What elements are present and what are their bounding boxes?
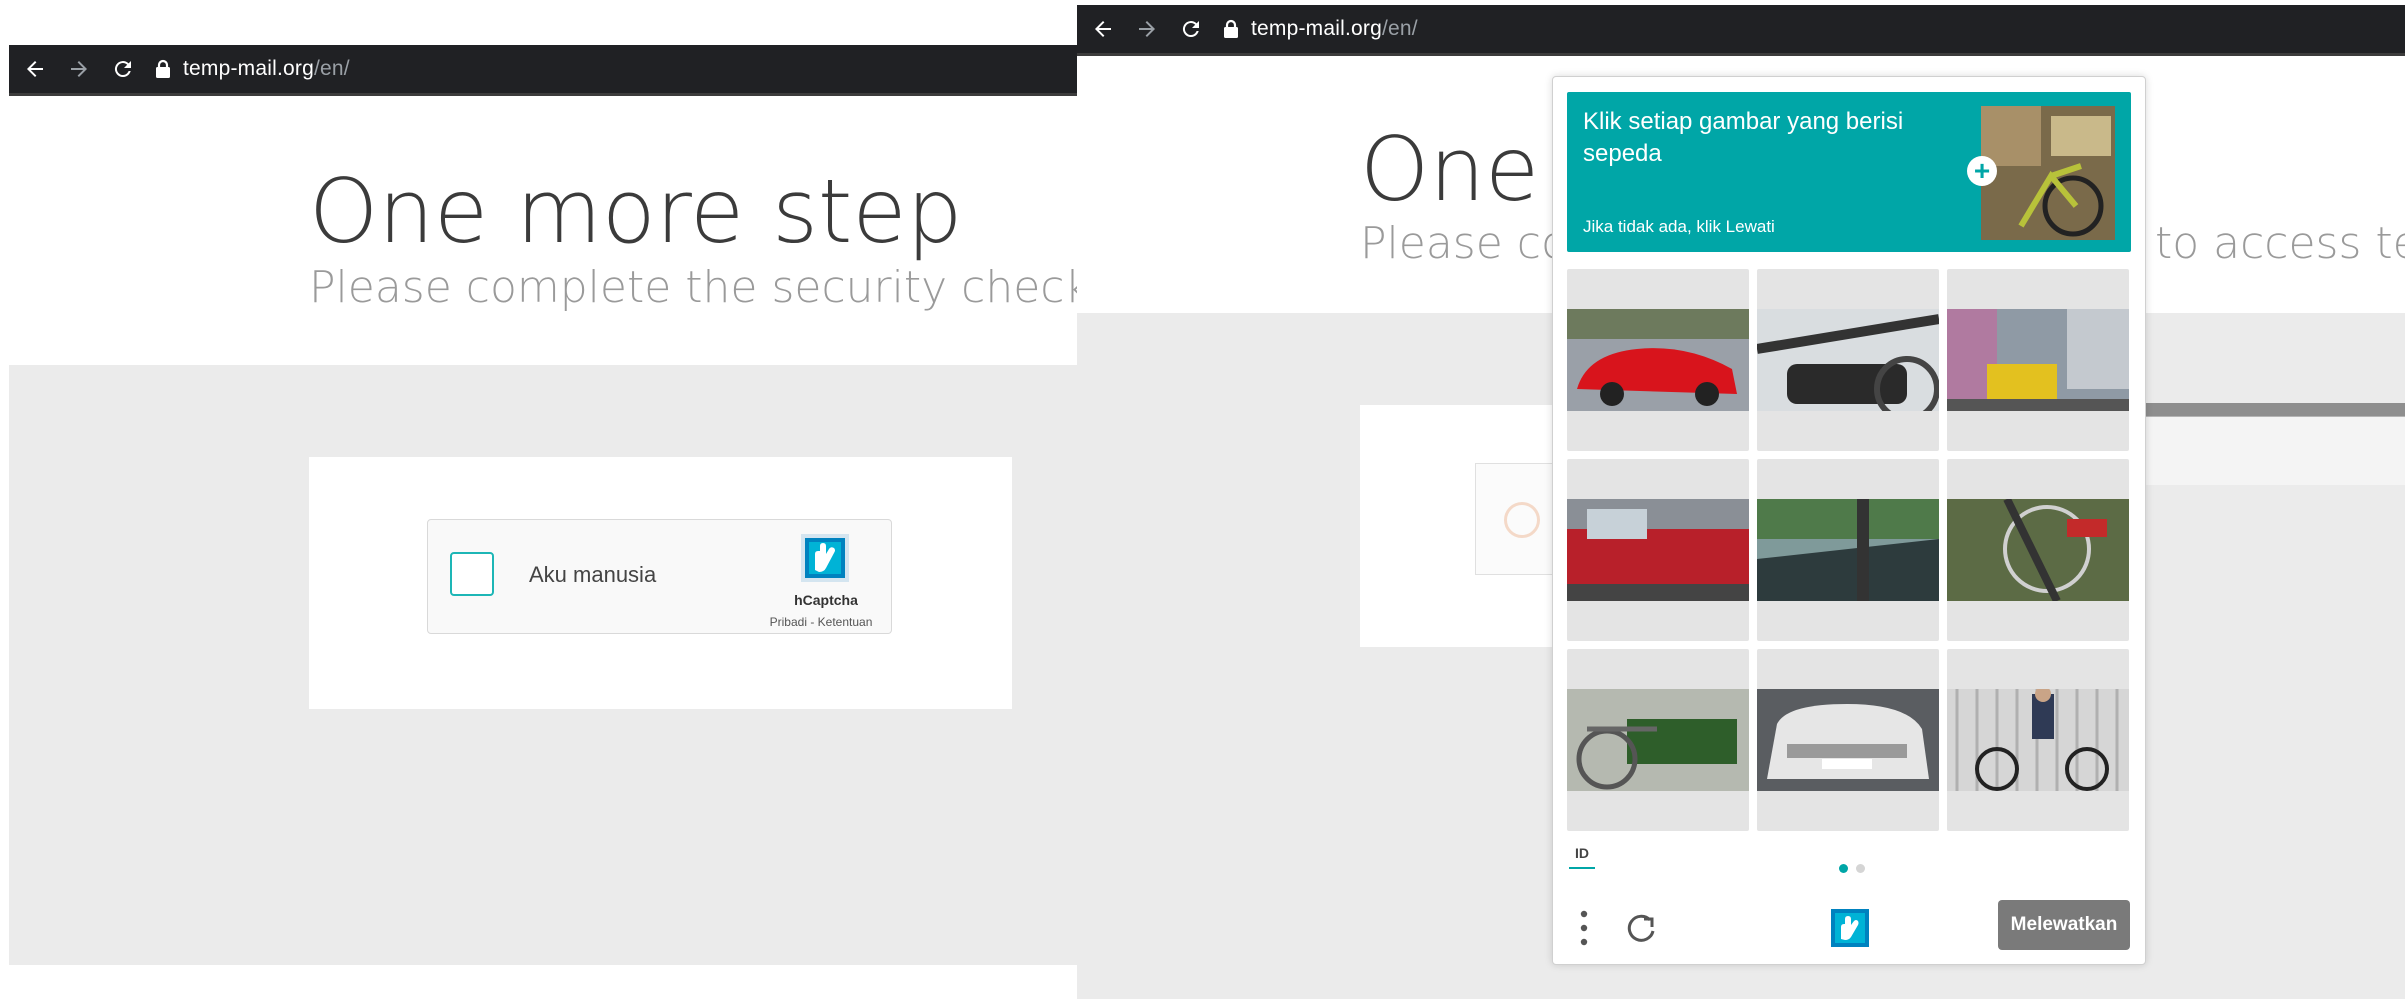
- address-field[interactable]: temp-mail.org/en/: [1223, 17, 1418, 41]
- bicycle-example-image: [1981, 106, 2115, 240]
- page-dot: [1856, 864, 1865, 873]
- checkbox-label: Aku manusia: [529, 562, 657, 587]
- image-tile[interactable]: [1567, 649, 1749, 831]
- reload-icon: [114, 61, 131, 78]
- right-screenshot: temp-mail.org/en/ One more step Please c…: [1077, 0, 2405, 999]
- privacy-link[interactable]: Pribadi: [770, 615, 807, 629]
- page-title: One more step: [309, 160, 963, 263]
- url-path: /en/: [1381, 17, 1418, 40]
- language-selector[interactable]: ID: [1569, 845, 1595, 869]
- reload-button[interactable]: [105, 51, 141, 87]
- page-dot: [1839, 864, 1848, 873]
- browser-toolbar: temp-mail.org/en/: [9, 45, 1078, 96]
- tile-image: [1947, 499, 2129, 601]
- back-button[interactable]: [17, 51, 53, 87]
- arrow-left-icon: [1095, 21, 1111, 37]
- tile-image: [1757, 689, 1939, 791]
- page-indicator: [1839, 864, 1865, 873]
- tile-image: [1567, 309, 1749, 411]
- url-host: temp-mail.org: [183, 57, 314, 80]
- hcaptcha-logo-icon: [1831, 909, 1869, 947]
- forward-button[interactable]: [1129, 11, 1165, 47]
- arrow-left-icon: [27, 61, 43, 77]
- arrow-right-icon: [71, 61, 87, 77]
- hcaptcha-widget: Aku manusia hCaptcha Pribadi - Ketentuan: [427, 519, 892, 634]
- tile-image: [1567, 689, 1749, 791]
- terms-link[interactable]: Ketentuan: [818, 615, 873, 629]
- expand-example-button[interactable]: +: [1967, 156, 1997, 186]
- image-tile[interactable]: [1757, 459, 1939, 641]
- tile-image: [1757, 499, 1939, 601]
- hcaptcha-logo-icon: [801, 534, 849, 582]
- skip-button[interactable]: Melewatkan: [1998, 900, 2130, 950]
- example-image[interactable]: [1981, 106, 2115, 240]
- plus-icon: +: [1973, 155, 1991, 186]
- forward-button[interactable]: [61, 51, 97, 87]
- arrow-right-icon: [1139, 21, 1155, 37]
- image-tile[interactable]: [1757, 269, 1939, 451]
- image-tile[interactable]: [1567, 459, 1749, 641]
- challenge-header: Klik setiap gambar yang berisi sepeda Ji…: [1567, 92, 2131, 252]
- human-checkbox[interactable]: [450, 552, 494, 596]
- url-path: /en/: [313, 57, 350, 80]
- tile-image: [1947, 689, 2129, 791]
- lock-icon: [156, 59, 170, 78]
- image-tile[interactable]: [1947, 269, 2129, 451]
- tile-image: [1947, 309, 2129, 411]
- url-host: temp-mail.org: [1251, 17, 1382, 40]
- tile-image: [1567, 499, 1749, 601]
- image-tile[interactable]: [1757, 649, 1939, 831]
- more-vertical-icon[interactable]: [1579, 909, 1589, 947]
- loading-spinner: [1504, 502, 1540, 538]
- address-field[interactable]: temp-mail.org/en/: [155, 57, 350, 81]
- reload-button[interactable]: [1173, 11, 1209, 47]
- left-screenshot: temp-mail.org/en/ One more step Please c…: [9, 45, 1078, 965]
- tile-image: [1757, 309, 1939, 411]
- links-separator: -: [806, 615, 818, 629]
- lock-icon: [1224, 19, 1238, 38]
- challenge-hint: Jika tidak ada, klik Lewati: [1583, 217, 1775, 236]
- reload-icon: [1182, 21, 1199, 38]
- hcaptcha-links: Pribadi - Ketentuan: [740, 615, 902, 629]
- browser-toolbar: temp-mail.org/en/: [1077, 5, 2405, 56]
- captcha-card: Aku manusia hCaptcha Pribadi - Ketentuan: [309, 457, 1012, 709]
- back-button[interactable]: [1085, 11, 1121, 47]
- refresh-icon[interactable]: [1623, 911, 1659, 947]
- image-tile[interactable]: [1567, 269, 1749, 451]
- challenge-prompt: Klik setiap gambar yang berisi sepeda: [1583, 108, 1904, 167]
- image-tile[interactable]: [1947, 649, 2129, 831]
- hcaptcha-challenge: Klik setiap gambar yang berisi sepeda Ji…: [1552, 76, 2146, 965]
- page-subtitle: Please complete the security check to ac…: [309, 262, 1078, 313]
- hcaptcha-brand: hCaptcha: [794, 592, 858, 608]
- image-tile[interactable]: [1947, 459, 2129, 641]
